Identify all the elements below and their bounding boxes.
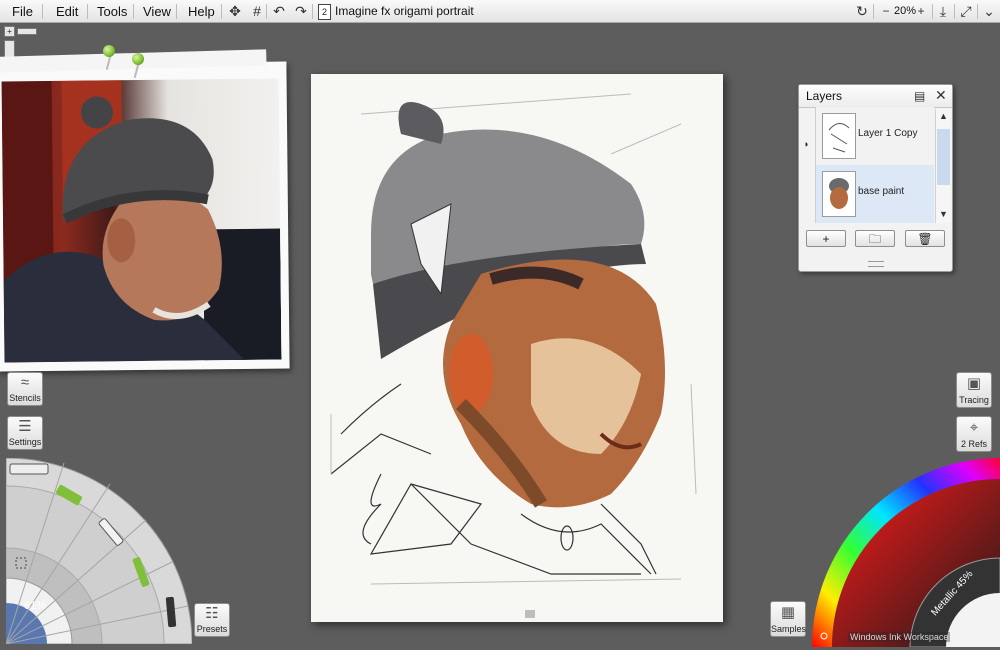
green-pin-icon[interactable] <box>103 45 115 57</box>
layer-visibility-icon[interactable]: ◑ <box>803 139 808 149</box>
stencil-icon: ≈ <box>20 374 30 391</box>
green-pin-icon[interactable] <box>132 53 144 65</box>
menu-tools[interactable]: Tools <box>97 0 127 23</box>
menu-separator <box>87 4 88 19</box>
layer-name: base paint <box>858 186 905 197</box>
tracing-label: Tracing <box>959 395 989 405</box>
zoom-in-button[interactable]: + <box>912 3 930 20</box>
settings-label: Settings <box>8 437 42 447</box>
layers-scrollbar[interactable]: ▲ ▼ <box>935 109 951 223</box>
menu-separator <box>176 4 177 19</box>
layer-row-selected[interactable]: base paint <box>815 165 934 223</box>
layer-row[interactable]: Layer 1 Copy <box>815 107 934 165</box>
menu-separator <box>873 4 874 19</box>
menu-help[interactable]: Help <box>188 0 215 23</box>
reference-photo <box>1 78 282 363</box>
samples-label: Samples <box>771 624 807 634</box>
delete-layer-button[interactable]: 🗑 <box>905 230 945 247</box>
stencils-label: Stencils <box>9 393 41 403</box>
panel-grip[interactable] <box>868 261 884 267</box>
menu-separator <box>42 4 43 19</box>
scroll-up-icon[interactable]: ▲ <box>936 111 951 121</box>
scroll-down-icon[interactable]: ▼ <box>936 209 951 219</box>
ruler-slider-icon[interactable] <box>17 28 37 35</box>
refs-button[interactable]: ⌖ 2 Refs <box>956 416 992 452</box>
sliders-icon: ☰ <box>18 418 32 435</box>
refs-label: 2 Refs <box>960 439 987 449</box>
grid-icon[interactable]: # <box>248 3 266 20</box>
menu-separator <box>266 4 267 19</box>
reference-image[interactable] <box>0 49 290 372</box>
layer-thumbnail <box>822 171 856 217</box>
scroll-thumb[interactable] <box>937 129 950 185</box>
samples-icon: ▦ <box>780 604 796 621</box>
fullscreen-icon[interactable]: ⤢ <box>957 3 975 20</box>
menu-separator <box>312 4 313 19</box>
layers-title: Layers <box>806 89 843 103</box>
menu-edit[interactable]: Edit <box>56 0 78 23</box>
transform-icon[interactable]: ✥ <box>226 3 244 20</box>
menu-separator <box>932 4 933 19</box>
trash-icon: 🗑 <box>917 232 933 246</box>
drawing-canvas[interactable] <box>311 74 723 622</box>
menu-separator <box>977 4 978 19</box>
vertical-slider-icon[interactable] <box>4 40 15 58</box>
stencils-button[interactable]: ≈ Stencils <box>7 372 43 406</box>
layer-name: Layer 1 Copy <box>858 128 918 139</box>
layers-menu-icon[interactable]: ▤ <box>914 89 925 103</box>
document-icon: 2 <box>318 4 331 20</box>
menu-separator <box>133 4 134 19</box>
menu-separator <box>954 4 955 19</box>
tool-wheel[interactable] <box>5 457 193 645</box>
pinned-refs-icon: ⌖ <box>969 419 979 436</box>
tracing-button[interactable]: ▣ Tracing <box>956 372 992 408</box>
presets-button[interactable]: ☷ Presets <box>194 603 230 637</box>
folder-icon: 🗀 <box>868 232 881 246</box>
menu-view[interactable]: View <box>143 0 171 23</box>
samples-button[interactable]: ▦ Samples <box>770 601 806 637</box>
zoom-out-button[interactable]: − <box>877 3 895 20</box>
presets-icon: ☷ <box>205 605 219 622</box>
close-icon[interactable]: ✕ <box>935 87 947 104</box>
menu-separator <box>221 4 222 19</box>
pin-tool-icon[interactable]: + <box>4 26 15 37</box>
watermark: Windows Ink Workspace <box>848 632 951 642</box>
save-icon[interactable]: ⤓ <box>934 3 952 20</box>
brush-size-readout: 61% <box>24 600 47 612</box>
undo-icon[interactable]: ↶ <box>270 3 288 20</box>
add-layer-button[interactable]: + <box>806 230 846 247</box>
color-picker-wheel[interactable]: Metallic 45% <box>812 458 1000 648</box>
menu-bar: File Edit Tools View Help ✥ # ↶ ↷ 2 Imag… <box>0 0 1000 23</box>
rotate-canvas-icon[interactable]: ↻ <box>853 3 871 20</box>
layers-panel: Layers ▤ ✕ ◑ Layer 1 Copy base paint ▲ ▼… <box>798 84 953 272</box>
tracing-icon: ▣ <box>966 375 982 392</box>
collapse-icon[interactable]: ⌄ <box>980 3 998 20</box>
presets-label: Presets <box>196 624 228 634</box>
layers-header: Layers ▤ ✕ <box>799 85 952 108</box>
menu-file[interactable]: File <box>12 0 33 23</box>
settings-button[interactable]: ☰ Settings <box>7 416 43 450</box>
document-title: Imagine fx origami portrait <box>335 4 474 18</box>
folder-button[interactable]: 🗀 <box>855 230 895 247</box>
redo-icon[interactable]: ↷ <box>292 3 310 20</box>
layer-thumbnail <box>822 113 856 159</box>
